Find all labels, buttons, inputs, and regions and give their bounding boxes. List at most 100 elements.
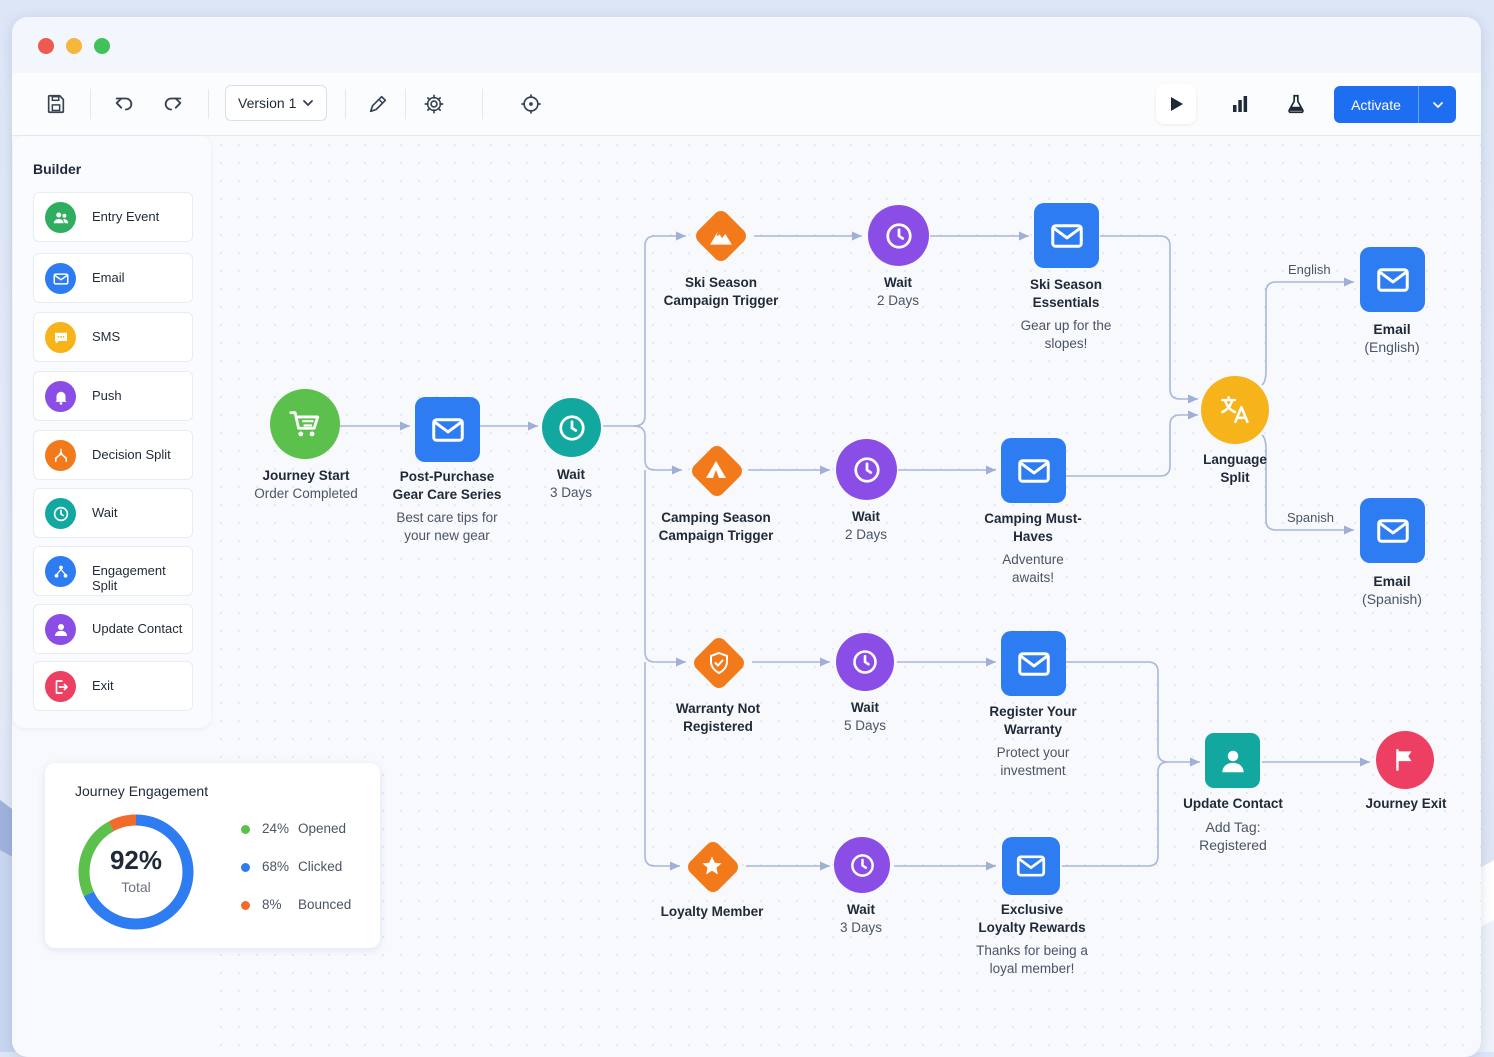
- node-subtitle: 2 Days: [876, 293, 920, 308]
- loyalty-email-label: Exclusive Loyalty Rewards Thanks for bei…: [947, 901, 1117, 978]
- mail-icon: [1376, 518, 1409, 543]
- node-description: Thanks for being a loyal member!: [976, 943, 1088, 976]
- node-title: Wait: [884, 275, 912, 290]
- star-icon: [702, 856, 722, 875]
- warranty-wait-label: Wait 5 Days: [780, 699, 950, 735]
- wait-main-label: Wait 3 Days: [486, 466, 656, 502]
- connector: [633, 425, 682, 475]
- ski-email-label: Ski Season Essentials Gear up for the sl…: [981, 276, 1151, 353]
- person-icon: [1221, 750, 1244, 772]
- node-description: Best care tips for your new gear: [396, 510, 498, 543]
- node-description: Gear up for the slopes!: [1020, 318, 1112, 351]
- legend-percent: 24%: [262, 821, 290, 836]
- journey-exit-node[interactable]: [1376, 731, 1434, 789]
- branch-label-spanish: Spanish: [1287, 510, 1334, 525]
- update-contact-node[interactable]: [1205, 733, 1260, 788]
- node-title: Exclusive Loyalty Rewards: [978, 902, 1086, 935]
- node-title: Ski Season Campaign Trigger: [663, 275, 779, 308]
- cart-icon: [289, 411, 320, 437]
- node-subtitle: 2 Days: [844, 527, 888, 542]
- node-subtitle: 3 Days: [549, 485, 593, 500]
- node-title: Wait: [851, 700, 879, 715]
- node-title: Email: [1373, 321, 1411, 337]
- camping-must-haves-email-node[interactable]: [1001, 438, 1066, 503]
- node-title: Language Split: [1203, 452, 1267, 485]
- node-title: Update Contact: [1183, 796, 1283, 811]
- ski-essentials-email-node[interactable]: [1034, 203, 1099, 268]
- legend-name: Opened: [298, 821, 347, 836]
- node-title: Email: [1373, 573, 1411, 589]
- update-contact-label: Update Contact Add Tag: Registered: [1148, 795, 1318, 854]
- mail-icon: [1017, 651, 1050, 676]
- warranty-trigger-label: Warranty Not Registered: [633, 700, 803, 736]
- node-title: Register Your Warranty: [989, 704, 1077, 737]
- node-description: Adventure awaits!: [1002, 552, 1064, 585]
- clock-icon: [853, 650, 877, 674]
- legend-percent: 68%: [262, 859, 290, 874]
- node-title: Ski Season Essentials: [1029, 277, 1103, 310]
- warranty-trigger-node[interactable]: [690, 634, 748, 692]
- ski-trigger-label: Ski Season Campaign Trigger: [636, 274, 806, 310]
- mountain-icon: [710, 231, 732, 245]
- journey-exit-label: Journey Exit: [1321, 795, 1491, 813]
- loyalty-trigger-label: Loyalty Member: [627, 903, 797, 921]
- loyalty-member-trigger-node[interactable]: [684, 838, 740, 894]
- node-title: Wait: [557, 467, 585, 482]
- camping-season-trigger-node[interactable]: [688, 442, 744, 498]
- loyalty-wait-node[interactable]: [834, 837, 890, 893]
- camp-wait-node[interactable]: [836, 439, 897, 500]
- node-description: Add Tag: Registered: [1199, 819, 1267, 853]
- node-title: Camping Must-Haves: [984, 511, 1082, 544]
- language-split-node[interactable]: [1201, 376, 1269, 444]
- node-subtitle: 5 Days: [843, 718, 887, 733]
- connector: [644, 662, 680, 871]
- mail-icon: [1016, 855, 1046, 877]
- email-spanish-label: Email (Spanish): [1307, 572, 1477, 608]
- mail-icon: [1050, 223, 1083, 248]
- connector: [603, 231, 686, 427]
- warranty-wait-node[interactable]: [836, 633, 894, 691]
- node-title: Journey Exit: [1365, 796, 1447, 811]
- journey-engagement-panel: Journey Engagement 92% Total 24% Opened 68…: [45, 763, 380, 948]
- ski-wait-label: Wait 2 Days: [813, 274, 983, 310]
- node-title: Wait: [852, 509, 880, 524]
- register-warranty-email-node[interactable]: [1001, 631, 1066, 696]
- warranty-email-label: Register Your Warranty Protect your inve…: [948, 703, 1118, 780]
- camp-trigger-label: Camping Season Campaign Trigger: [631, 509, 801, 545]
- node-subtitle: (English): [1364, 339, 1420, 355]
- post-purchase-email-node[interactable]: [415, 397, 480, 462]
- loyalty-wait-label: Wait 3 Days: [776, 901, 946, 937]
- clock-icon: [885, 222, 912, 249]
- flag-icon: [1396, 749, 1412, 771]
- engagement-total-label: Total: [121, 879, 151, 895]
- email-spanish-node[interactable]: [1360, 498, 1425, 563]
- camp-wait-label: Wait 2 Days: [781, 508, 951, 544]
- branch-label-english: English: [1288, 262, 1331, 277]
- journey-start-node[interactable]: [270, 389, 340, 459]
- email-english-node[interactable]: [1360, 247, 1425, 312]
- tent-icon: [706, 461, 726, 478]
- shield-check-icon: [710, 651, 728, 675]
- wait-3-days-node[interactable]: [542, 398, 601, 457]
- mail-icon: [1017, 458, 1050, 483]
- clock-icon: [558, 414, 585, 441]
- email-english-label: Email (English): [1307, 320, 1477, 356]
- node-title: Loyalty Member: [660, 904, 764, 919]
- engagement-total-value: 92%: [109, 845, 163, 875]
- clock-icon: [853, 456, 880, 483]
- node-description: Protect your investment: [996, 745, 1070, 778]
- mail-icon: [431, 417, 464, 442]
- legend-dot: [241, 901, 250, 910]
- legend-dot: [241, 863, 250, 872]
- camp-email-label: Camping Must-Haves Adventure awaits!: [948, 510, 1118, 587]
- legend-dot: [241, 825, 250, 834]
- clock-icon: [850, 853, 874, 877]
- node-title: Camping Season Campaign Trigger: [658, 510, 774, 543]
- node-title: Wait: [847, 902, 875, 917]
- ski-season-trigger-node[interactable]: [692, 207, 750, 265]
- legend-percent: 8%: [262, 897, 282, 912]
- loyalty-rewards-email-node[interactable]: [1002, 837, 1060, 895]
- legend-name: Clicked: [298, 859, 343, 874]
- ski-wait-node[interactable]: [868, 205, 929, 266]
- mail-icon: [1376, 267, 1409, 292]
